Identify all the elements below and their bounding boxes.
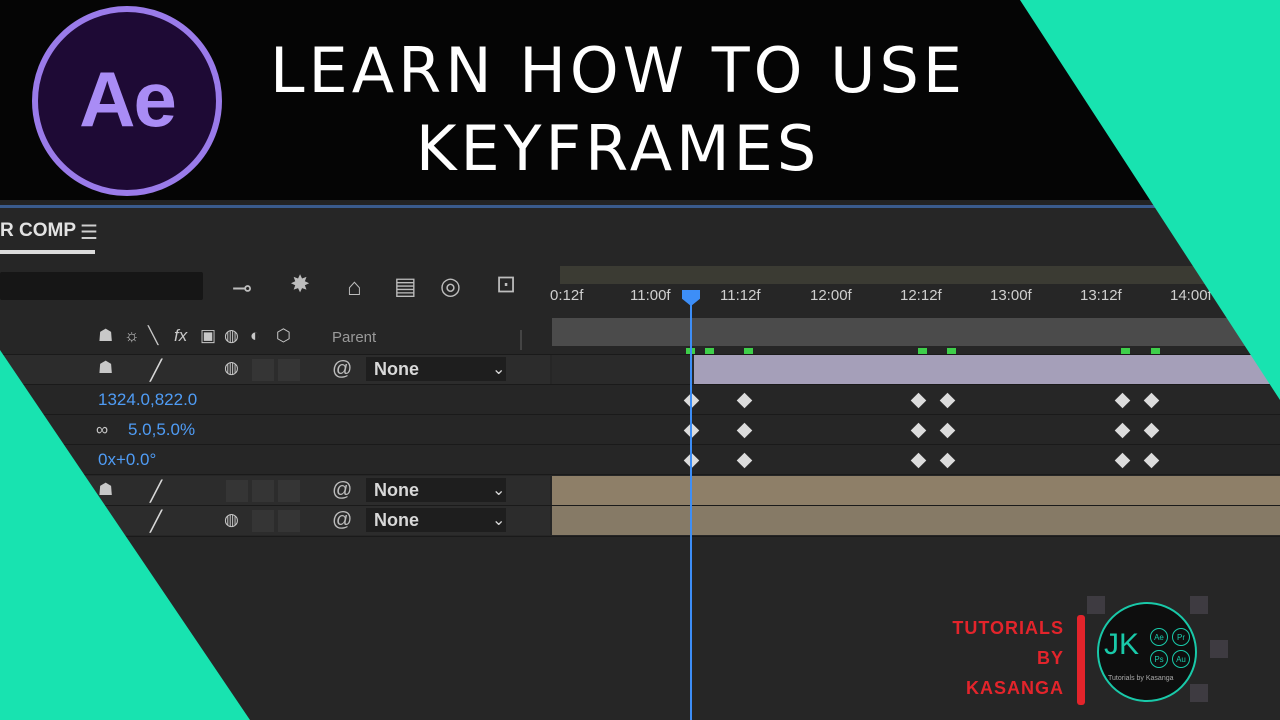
brand-text-line: BY <box>1036 648 1064 668</box>
chevron-down-icon[interactable]: ⌄ <box>492 359 505 379</box>
jk-logo-text: JK <box>1104 628 1140 661</box>
ruler-tick: 13:12f <box>1080 287 1122 304</box>
quality-slash-icon[interactable]: ╱ <box>150 479 162 504</box>
ruler-tick: 11:12f <box>720 287 761 304</box>
brand-text-line: KASANGA <box>965 678 1064 698</box>
adjustment-layer-switch-icon[interactable]: ◐ <box>250 326 260 346</box>
timeline-header-bar <box>552 318 1280 346</box>
layer-duration-bar[interactable] <box>694 355 1280 384</box>
after-effects-logo: Ae <box>32 6 222 196</box>
frame-blend-switch-icon[interactable]: ▣ <box>200 326 216 346</box>
row-divider <box>0 384 1280 385</box>
motion-blur-icon[interactable]: ◎ <box>440 272 461 301</box>
playhead-line[interactable] <box>690 300 692 720</box>
ae-logo-text: Ae <box>79 54 177 143</box>
layer-duration-bar[interactable] <box>552 476 1280 505</box>
row-divider <box>0 474 1280 475</box>
position-value[interactable]: 1324.0,822.0 <box>98 390 197 410</box>
quality-slash-icon[interactable]: ╱ <box>150 509 162 534</box>
shy-layers-icon[interactable]: ⌂ <box>347 274 362 302</box>
effects-switch-icon[interactable]: fx <box>174 326 187 346</box>
decorative-pixel <box>1190 596 1208 614</box>
shy-icon[interactable]: ☗ <box>98 358 113 378</box>
pick-whip-icon[interactable]: @ <box>332 479 352 502</box>
pick-whip-icon[interactable]: @ <box>332 358 352 381</box>
layer-search-input[interactable] <box>0 272 203 300</box>
parent-dropdown[interactable]: None <box>366 508 506 532</box>
keyframe-summary-marker <box>1151 348 1160 354</box>
active-tab-indicator <box>0 250 95 254</box>
constrain-link-icon[interactable]: ∞ <box>96 420 108 440</box>
parent-dropdown[interactable]: None <box>366 357 506 381</box>
row-divider <box>0 444 1280 445</box>
shy-icon[interactable]: ☗ <box>98 480 113 500</box>
switch-box[interactable] <box>252 359 274 381</box>
switch-box[interactable] <box>226 480 248 502</box>
switch-box[interactable] <box>278 480 300 502</box>
panel-divider <box>0 205 1280 208</box>
scale-value[interactable]: 5.0,5.0% <box>128 420 195 440</box>
quality-switch-icon[interactable]: ╲ <box>148 326 158 346</box>
hamburger-menu-icon[interactable]: ☰ <box>80 220 98 245</box>
rotation-value[interactable]: 0x+0.0° <box>98 450 156 470</box>
pick-whip-icon[interactable]: @ <box>332 509 352 532</box>
pr-badge: Pr <box>1172 628 1190 646</box>
shy-switch-icon[interactable]: ☗ <box>98 326 113 346</box>
decorative-pixel <box>1190 684 1208 702</box>
brand-text-line: TUTORIALS <box>952 618 1064 638</box>
chevron-down-icon[interactable]: ⌄ <box>492 510 505 530</box>
parent-column-header: Parent <box>332 329 377 346</box>
row-divider <box>0 414 1280 415</box>
work-area-bar[interactable] <box>560 266 1280 284</box>
keyframe-summary-marker <box>947 348 956 354</box>
ruler-tick: 14:00f <box>1170 287 1212 304</box>
title-line-2: KEYFRAMES <box>415 112 821 185</box>
comp-tab-label[interactable]: R COMP <box>0 220 76 242</box>
ruler-tick: 11:00f <box>630 287 671 304</box>
motion-blur-switch-icon[interactable]: ◍ <box>224 326 239 346</box>
keyframe-summary-marker <box>705 348 714 354</box>
keyframe-summary-marker <box>1121 348 1130 354</box>
switch-box[interactable] <box>278 359 300 381</box>
jk-logo-caption: Tutorials by Kasanga <box>1108 675 1174 682</box>
parent-dropdown[interactable]: None <box>366 478 506 502</box>
draft-3d-icon[interactable]: ✸ <box>290 270 310 299</box>
ruler-tick: 0:12f <box>550 287 584 304</box>
motion-blur-icon[interactable]: ◍ <box>224 358 239 378</box>
decorative-pixel <box>1087 596 1105 614</box>
ae-badge: Ae <box>1150 628 1168 646</box>
chevron-down-icon[interactable]: ⌄ <box>492 480 505 500</box>
ps-badge: Ps <box>1150 650 1168 668</box>
ruler-tick: 12:00f <box>810 287 852 304</box>
au-badge: Au <box>1172 650 1190 668</box>
switch-box[interactable] <box>278 510 300 532</box>
frame-blending-icon[interactable]: ▤ <box>394 272 417 301</box>
keyframe-summary-marker <box>918 348 927 354</box>
ruler-tick: 12:12f <box>900 287 942 304</box>
switch-box[interactable] <box>252 510 274 532</box>
3d-layer-switch-icon[interactable]: ⬡ <box>276 326 291 346</box>
graph-editor-icon[interactable]: ⊡ <box>496 270 516 299</box>
keyframe-summary-marker <box>744 348 753 354</box>
row-divider <box>0 536 1280 537</box>
switch-box[interactable] <box>252 480 274 502</box>
ruler-tick: 13:00f <box>990 287 1032 304</box>
quality-slash-icon[interactable]: ╱ <box>150 358 162 383</box>
brand-divider <box>1077 615 1085 705</box>
title-line-1: LEARN HOW TO USE <box>269 34 967 107</box>
motion-blur-icon[interactable]: ◍ <box>224 510 239 530</box>
column-separator[interactable] <box>520 330 522 350</box>
collapse-switch-icon[interactable]: ☼ <box>124 326 140 346</box>
comp-flowchart-icon[interactable]: ⊸ <box>232 274 252 303</box>
layer-duration-bar[interactable] <box>552 506 1280 535</box>
decorative-pixel <box>1210 640 1228 658</box>
